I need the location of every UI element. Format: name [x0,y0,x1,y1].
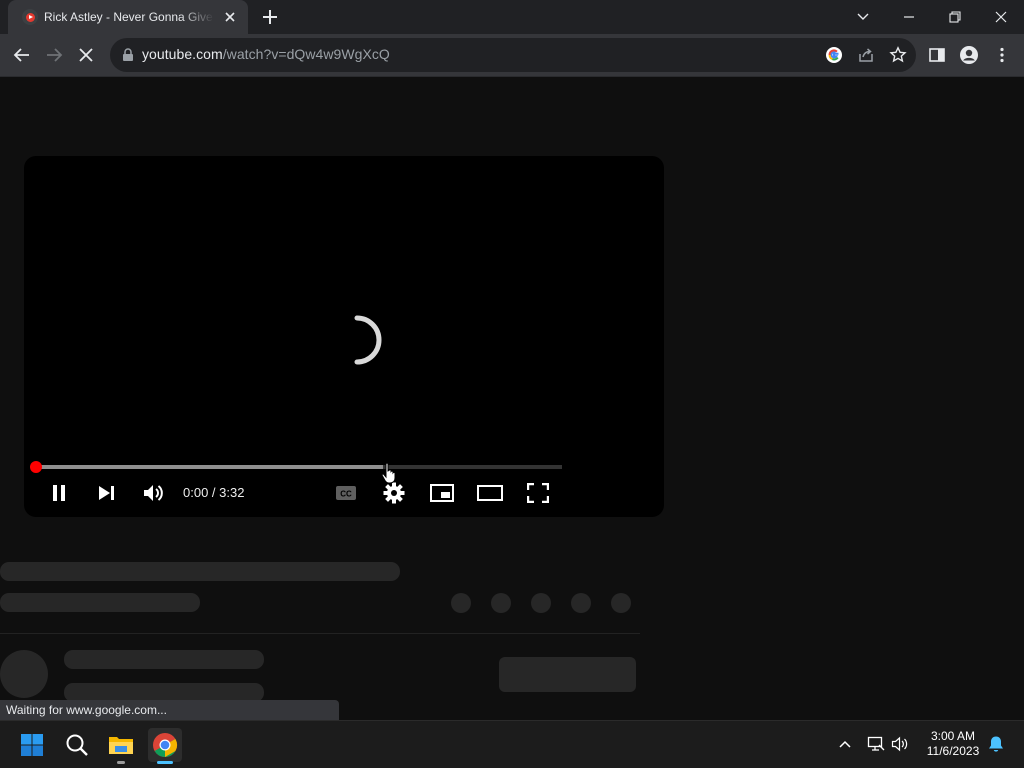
profile-avatar-icon[interactable] [958,44,980,66]
lock-icon[interactable] [122,48,134,62]
clock-date: 11/6/2023 [926,744,980,758]
chrome-menu-icon[interactable] [991,44,1013,66]
bookmark-star-icon[interactable] [887,44,909,66]
forward-arrow-icon[interactable] [40,41,68,69]
theater-mode-button[interactable] [477,480,503,506]
action-skeleton-5 [611,593,631,613]
svg-text:CC: CC [340,490,352,499]
action-skeleton-2 [491,593,511,613]
action-skeleton-3 [531,593,551,613]
google-lens-icon[interactable] [823,44,845,66]
close-window-button[interactable] [978,0,1024,34]
notification-bell-icon[interactable] [986,734,1006,754]
windows-start-icon[interactable] [15,728,49,762]
tab-search-chevron-icon[interactable] [840,0,886,34]
new-tab-button[interactable] [258,6,282,28]
loading-spinner-icon [340,310,384,370]
share-icon[interactable] [855,44,877,66]
network-icon[interactable] [866,734,886,754]
url-host: youtube.com [142,46,223,62]
clock-time: 3:00 AM [930,729,976,743]
chrome-taskbar-icon[interactable] [148,728,182,762]
back-arrow-icon[interactable] [8,41,36,69]
title-skeleton [0,562,400,581]
show-hidden-icons-chevron-icon[interactable] [835,734,855,754]
search-icon[interactable] [60,728,94,762]
closed-captions-button[interactable]: CC [333,480,359,506]
time-display: 0:00 / 3:32 [183,485,245,500]
browser-tab-strip: Rick Astley - Never Gonna Give You Up [0,0,1024,34]
restore-window-button[interactable] [932,0,978,34]
progress-scrubber[interactable] [30,461,42,473]
volume-tray-icon[interactable] [891,734,911,754]
minimize-window-button[interactable] [886,0,932,34]
file-explorer-running-indicator [117,761,125,764]
volume-button[interactable] [140,480,166,506]
browser-tab-youtube[interactable]: Rick Astley - Never Gonna Give You Up [8,0,248,34]
tab-title: Rick Astley - Never Gonna Give You Up [44,10,214,24]
file-explorer-icon[interactable] [104,728,138,762]
channel-avatar-skeleton [0,650,48,698]
status-bubble: Waiting for www.google.com... [0,700,339,721]
action-skeleton-4 [571,593,591,613]
section-divider [0,633,640,634]
fullscreen-button[interactable] [525,480,551,506]
taskbar-clock[interactable]: 3:00 AM 11/6/2023 [920,729,986,759]
subtitle-skeleton [0,593,200,612]
hand-cursor-icon [381,462,397,484]
side-panel-icon[interactable] [926,44,948,66]
address-url[interactable]: youtube.com/watch?v=dQw4w9WgXcQ [142,46,390,62]
channel-name-skeleton [64,650,264,669]
progress-buffered [36,465,383,469]
stop-loading-icon[interactable] [72,41,100,69]
subscribe-skeleton [499,657,636,692]
youtube-favicon-icon [22,9,38,25]
tab-close-icon[interactable] [222,9,238,25]
action-skeleton-1 [451,593,471,613]
next-video-button[interactable] [93,480,119,506]
pause-button[interactable] [46,480,72,506]
url-path: /watch?v=dQw4w9WgXcQ [222,46,390,62]
miniplayer-button[interactable] [429,480,455,506]
desktop-screen: Rick Astley - Never Gonna Give You Up [0,0,1024,768]
chrome-active-indicator [157,761,173,764]
